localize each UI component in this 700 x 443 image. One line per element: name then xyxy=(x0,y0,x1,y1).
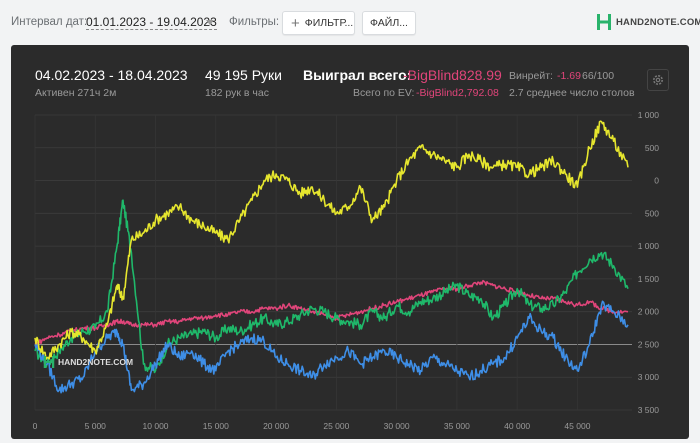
x-tick-label: 20 000 xyxy=(263,421,289,431)
hands-count: 49 195 Руки xyxy=(205,67,282,83)
x-tick-label: 40 000 xyxy=(504,421,530,431)
y-tick-label: 1 000 xyxy=(638,241,660,251)
x-tick-label: 5 000 xyxy=(85,421,107,431)
won-total-value: -BigBlind828.99 xyxy=(403,67,502,83)
y-tick-label: 3 500 xyxy=(638,405,660,415)
winrate-label: Винрейт: xyxy=(509,70,553,82)
avg-tables: 2.7 среднее число столов xyxy=(509,87,635,99)
hand2note-logo-icon xyxy=(597,14,611,30)
y-tick-label: 1 000 xyxy=(638,110,660,120)
plus-icon: + xyxy=(291,14,300,32)
add-filter-button[interactable]: + ФИЛЬТР... xyxy=(282,11,355,35)
filters-label: Фильтры: xyxy=(229,16,280,28)
series-line-2 xyxy=(34,300,629,394)
active-time: Активен 271ч 2м xyxy=(35,87,117,99)
x-tick-label: 0 xyxy=(33,421,38,431)
y-tick-label: 2 500 xyxy=(638,339,660,349)
file-button[interactable]: ФАЙЛ... xyxy=(362,11,416,35)
y-tick-label: 500 xyxy=(645,143,659,153)
x-tick-label: 35 000 xyxy=(444,421,470,431)
graph-chart: 0 5 000 10 000 15 000 20 000 25 000 30 000 35 0… xyxy=(33,110,660,431)
hand2note-logo[interactable]: HAND2NOTE.COM xyxy=(596,13,700,31)
hands-per-hour: 182 рук в час xyxy=(205,87,269,99)
chart-series xyxy=(34,120,629,394)
won-total-label: Выиграл всего: xyxy=(303,67,412,83)
settings-button[interactable] xyxy=(647,69,669,91)
file-button-label: ФАЙЛ... xyxy=(370,17,408,29)
y-tick-label: 3 000 xyxy=(638,372,660,382)
period: 04.02.2023 - 18.04.2023 xyxy=(35,67,188,83)
x-axis-ticks: 0 5 000 10 000 15 000 20 000 25 000 30 000 35 0… xyxy=(33,421,591,431)
ev-label: Всего по EV: xyxy=(353,87,415,99)
x-tick-label: 25 000 xyxy=(323,421,349,431)
x-tick-label: 10 000 xyxy=(143,421,169,431)
x-tick-label: 15 000 xyxy=(203,421,229,431)
y-tick-label: 0 xyxy=(654,176,659,186)
watermark-text: HAND2NOTE.COM xyxy=(58,357,134,367)
top-toolbar: Интервал дат: 01.01.2023 - 19.04.2023 Фи… xyxy=(0,0,700,44)
y-axis-ticks: 1 000 500 0 500 1 000 1 500 2 000 2 500 3 000 3 5… xyxy=(638,110,660,415)
x-tick-label: 45 000 xyxy=(564,421,590,431)
y-tick-label: 500 xyxy=(645,208,659,218)
gear-icon xyxy=(653,75,663,85)
winrate-sample: 66/100 xyxy=(582,70,615,82)
y-tick-label: 2 000 xyxy=(638,307,660,317)
date-range-picker[interactable]: 01.01.2023 - 19.04.2023 xyxy=(86,15,217,30)
chevron-down-icon[interactable] xyxy=(206,20,214,25)
ev-value: -BigBlind2,792.08 xyxy=(416,87,499,99)
logo-text: HAND2NOTE.COM xyxy=(616,16,700,28)
interval-label: Интервал дат: xyxy=(11,16,88,28)
winrate-value: -1.69 xyxy=(557,70,581,82)
y-tick-label: 1 500 xyxy=(638,274,660,284)
hand2note-watermark-icon xyxy=(43,356,55,368)
add-filter-label: ФИЛЬТР... xyxy=(304,17,354,29)
graph-panel: 04.02.2023 - 18.04.2023 Активен 271ч 2м … xyxy=(11,45,689,439)
chart-watermark: HAND2NOTE.COM xyxy=(43,355,133,369)
x-tick-label: 30 000 xyxy=(384,421,410,431)
